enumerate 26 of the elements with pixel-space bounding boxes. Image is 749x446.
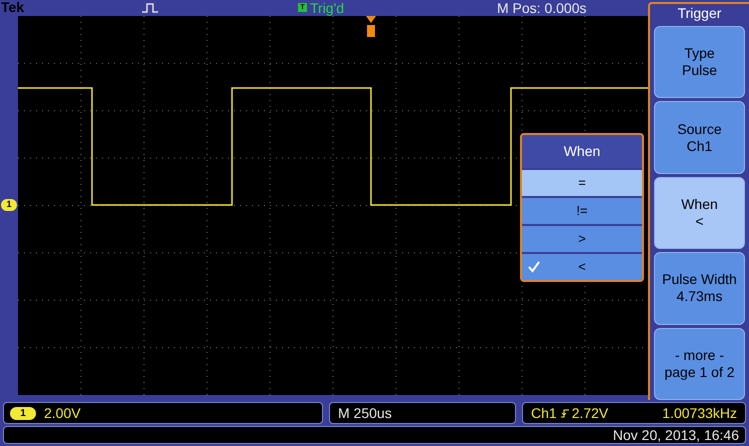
trigger-status: Trig'd (310, 1, 344, 15)
trigger-source: Ch1 (531, 404, 557, 422)
brand-label: Tek (1, 0, 24, 14)
datetime: Nov 20, 2013, 16:46 (612, 426, 739, 444)
pulse-icon (142, 3, 158, 13)
menu-option[interactable]: > (522, 226, 642, 252)
check-icon (528, 261, 540, 273)
vertical-scale: 2.00V (44, 404, 81, 422)
side-menu-button[interactable]: When < (654, 176, 745, 250)
frequency: 1.00733kHz (662, 404, 737, 422)
side-menu-button[interactable]: Source Ch1 (654, 101, 745, 174)
channel-marker: 1 (1, 199, 17, 211)
side-menu-button[interactable]: Type Pulse (654, 26, 745, 98)
rising-edge-icon (560, 408, 569, 418)
side-menu-button[interactable]: Pulse Width 4.73ms (654, 252, 745, 325)
channel-badge: 1 (10, 406, 36, 420)
menu-option[interactable]: != (522, 198, 642, 224)
menu-option[interactable]: < (522, 254, 642, 280)
trigger-level: 2.72V (572, 404, 608, 422)
trigger-position-marker-icon (366, 16, 376, 38)
horizontal-position: M Pos: 0.000s (497, 1, 586, 15)
timebase: M 250us (338, 404, 392, 422)
side-menu-button[interactable]: - more - page 1 of 2 (654, 328, 745, 400)
side-menu-title: Trigger (676, 4, 722, 23)
menu-option[interactable]: = (522, 170, 642, 196)
popup-title: When (522, 135, 642, 168)
